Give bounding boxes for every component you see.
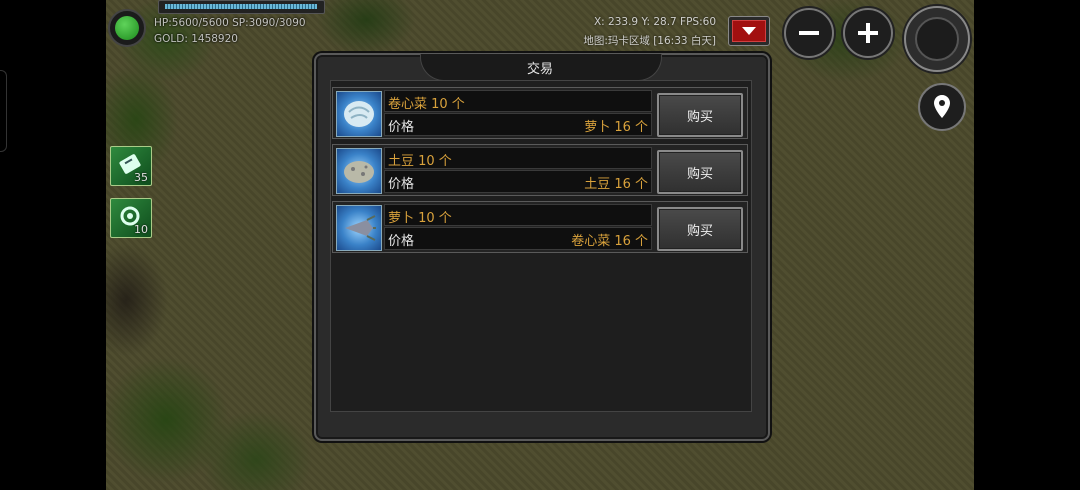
- price-label: 价格: [388, 120, 415, 135]
- radish-icon: [336, 205, 382, 251]
- minus-icon: [799, 31, 819, 35]
- coords-text: X: 233.9 Y: 28.7 FPS:60: [593, 16, 716, 28]
- potato-icon: [336, 148, 382, 194]
- trade-row: 土豆 10 个 价格 土豆 16 个 购买: [332, 144, 748, 196]
- map-location-text: 地图:玛卡区域 [16:33 白天]: [583, 35, 716, 47]
- item-name-box: 卷心菜 10 个: [384, 90, 652, 112]
- zoom-out-button[interactable]: [784, 8, 834, 58]
- trade-row: 卷心菜 10 个 价格 萝卜 16 个 购买: [332, 87, 748, 139]
- price-value: 土豆 16 个: [584, 177, 648, 192]
- action-ring-icon: [915, 17, 959, 61]
- item-price-box: 价格 土豆 16 个: [384, 170, 652, 193]
- menu-dropdown-button[interactable]: [728, 16, 770, 46]
- map-pin-icon: [934, 95, 950, 118]
- price-label: 价格: [388, 177, 415, 192]
- item-name-box: 萝卜 10 个: [384, 204, 652, 226]
- trade-row: 萝卜 10 个 价格 卷心菜 16 个 购买: [332, 201, 748, 253]
- chevron-down-icon: [742, 27, 756, 35]
- green-orb-icon: [115, 16, 139, 40]
- item-name-box: 土豆 10 个: [384, 147, 652, 169]
- location-button[interactable]: [918, 83, 966, 131]
- action-button[interactable]: [904, 6, 970, 72]
- buy-button[interactable]: 购买: [657, 150, 743, 194]
- zoom-in-button[interactable]: [843, 8, 893, 58]
- item-price-box: 价格 萝卜 16 个: [384, 113, 652, 136]
- price-value: 卷心菜 16 个: [571, 234, 648, 249]
- buy-button[interactable]: 购买: [657, 207, 743, 251]
- skill-count: 35: [134, 171, 148, 184]
- hp-bar-fill: [165, 4, 317, 9]
- hp-bar: [158, 0, 325, 14]
- status-orb[interactable]: [108, 9, 146, 47]
- item-name: 卷心菜 10 个: [388, 97, 465, 112]
- buy-button[interactable]: 购买: [657, 93, 743, 137]
- cabbage-icon: [336, 91, 382, 137]
- skill-slot-1[interactable]: 35: [110, 146, 152, 186]
- item-price-box: 价格 卷心菜 16 个: [384, 227, 652, 250]
- plus-icon: [858, 23, 878, 43]
- item-name: 土豆 10 个: [388, 154, 452, 169]
- dialog-title: 交易: [526, 62, 553, 77]
- price-label: 价格: [388, 234, 415, 249]
- side-edge-tab[interactable]: [0, 70, 7, 152]
- screen: HP:5600/5600 SP:3090/3090 GOLD: 1458920 …: [0, 0, 1080, 490]
- item-name: 萝卜 10 个: [388, 211, 452, 226]
- skill-slot-2[interactable]: 10: [110, 198, 152, 238]
- gold-text: GOLD: 1458920: [154, 33, 238, 45]
- price-value: 萝卜 16 个: [584, 120, 648, 135]
- hp-sp-text: HP:5600/5600 SP:3090/3090: [154, 17, 306, 29]
- skill-count: 10: [134, 223, 148, 236]
